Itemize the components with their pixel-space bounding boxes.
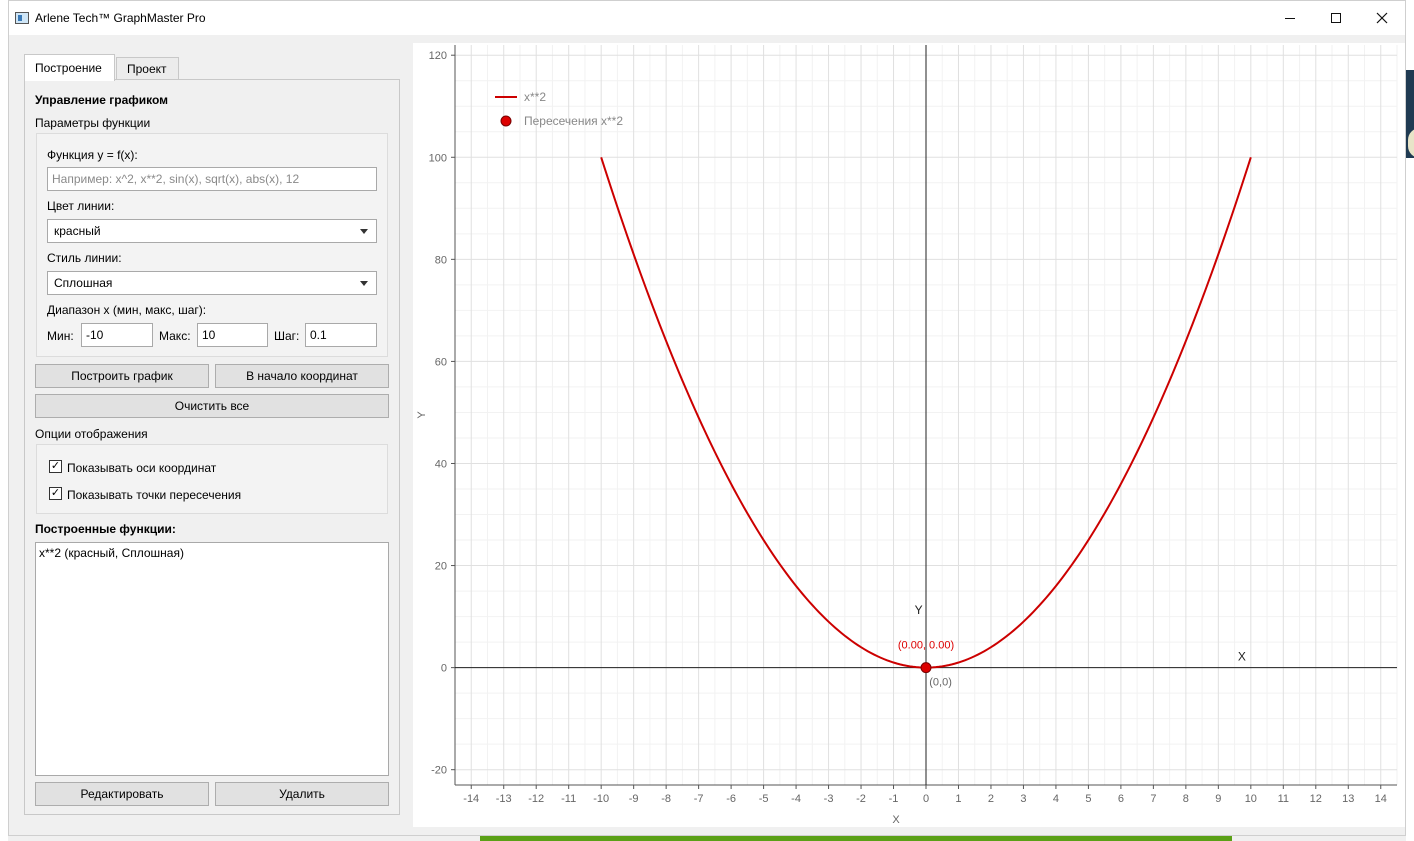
origin-button[interactable]: В начало координат bbox=[215, 364, 389, 388]
delete-button[interactable]: Удалить bbox=[215, 782, 389, 806]
x-tick-label: 12 bbox=[1310, 793, 1322, 805]
app-window: Arlene Tech™ GraphMaster Pro Построение … bbox=[8, 0, 1406, 836]
legend-entry-series: x**2 bbox=[524, 90, 546, 104]
intersection-point[interactable] bbox=[920, 662, 932, 674]
x-tick-label: 0 bbox=[923, 793, 929, 805]
edit-button[interactable]: Редактировать bbox=[35, 782, 209, 806]
x-tick-label: -4 bbox=[791, 793, 801, 805]
window-title: Arlene Tech™ GraphMaster Pro bbox=[35, 11, 206, 25]
y-tick-label: 60 bbox=[435, 356, 447, 368]
functions-list[interactable]: x**2 (красный, Сплошная) bbox=[35, 542, 389, 776]
y-axis-title: Y bbox=[416, 411, 428, 419]
graph-canvas[interactable]: -14 -13 -12 -11 -10 -9 -8 -7 -6 -5 -4 -3 -2 -1 0 1 2 3 4 5 6… bbox=[413, 43, 1405, 827]
x-tick-label: 9 bbox=[1215, 793, 1221, 805]
y-tick-label: 40 bbox=[435, 458, 447, 470]
x-tick-label: -11 bbox=[561, 793, 576, 805]
x-tick-label: -12 bbox=[528, 793, 544, 805]
x-axis-label-onplot: X bbox=[1238, 650, 1246, 664]
x-tick-label: 6 bbox=[1118, 793, 1124, 805]
max-label: Макс: bbox=[159, 329, 191, 343]
desktop-right-edge bbox=[1406, 0, 1414, 841]
display-options-group: ✓ Показывать оси координат ✓ Показывать … bbox=[36, 444, 388, 514]
color-label: Цвет линии: bbox=[47, 199, 115, 213]
tab-build[interactable]: Построение bbox=[24, 54, 115, 81]
chevron-down-icon bbox=[360, 229, 368, 234]
range-label: Диапазон x (мин, макс, шаг): bbox=[47, 303, 207, 317]
y-tick-label: -20 bbox=[431, 765, 447, 777]
x-tick-label: 10 bbox=[1245, 793, 1257, 805]
y-axis-label-onplot: Y bbox=[915, 603, 923, 617]
min-label: Мин: bbox=[47, 329, 74, 343]
intersection-label: (0.00, 0.00) bbox=[898, 640, 954, 652]
x-tick-label: 3 bbox=[1020, 793, 1026, 805]
x-tick-label: 14 bbox=[1375, 793, 1387, 805]
show-axes-checkbox[interactable]: ✓ bbox=[49, 460, 62, 473]
x-tick-label: -7 bbox=[694, 793, 704, 805]
x-tick-label: -5 bbox=[759, 793, 769, 805]
control-panel: Управление графиком Параметры функции Фу… bbox=[24, 79, 400, 815]
step-label: Шаг: bbox=[274, 329, 300, 343]
legend-point-swatch bbox=[500, 115, 512, 127]
x-tick-label: -10 bbox=[593, 793, 609, 805]
app-icon bbox=[15, 12, 29, 24]
x-tick-label: 1 bbox=[955, 793, 961, 805]
x-tick-label: 4 bbox=[1053, 793, 1059, 805]
color-select[interactable]: красный bbox=[47, 219, 377, 243]
functions-heading: Построенные функции: bbox=[35, 522, 176, 536]
x-tick-label: 11 bbox=[1278, 793, 1289, 805]
show-axes-label: Показывать оси координат bbox=[67, 461, 217, 475]
show-intersections-checkbox[interactable]: ✓ bbox=[49, 487, 62, 500]
maximize-button[interactable] bbox=[1313, 1, 1359, 35]
x-tick-label: -2 bbox=[856, 793, 866, 805]
title-bar: Arlene Tech™ GraphMaster Pro bbox=[9, 1, 1405, 35]
step-input[interactable]: 0.1 bbox=[305, 323, 377, 347]
function-input[interactable]: Например: x^2, x**2, sin(x), sqrt(x), ab… bbox=[47, 167, 377, 191]
params-label: Параметры функции bbox=[35, 116, 151, 130]
min-input[interactable]: -10 bbox=[81, 323, 153, 347]
x-axis-title: X bbox=[892, 814, 900, 826]
y-tick-label: 120 bbox=[429, 50, 447, 62]
clear-button[interactable]: Очистить все bbox=[35, 394, 389, 418]
close-button[interactable] bbox=[1359, 1, 1405, 35]
x-tick-label: 5 bbox=[1085, 793, 1091, 805]
params-group: Функция y = f(x): Например: x^2, x**2, s… bbox=[36, 133, 388, 357]
x-tick-label: -1 bbox=[889, 793, 899, 805]
style-label: Стиль линии: bbox=[47, 251, 122, 265]
color-select-value: красный bbox=[54, 224, 101, 238]
x-tick-label: -13 bbox=[496, 793, 512, 805]
x-tick-label: 2 bbox=[988, 793, 994, 805]
maximize-icon bbox=[1331, 13, 1341, 23]
show-intersections-label: Показывать точки пересечения bbox=[67, 488, 242, 502]
x-tick-label: 8 bbox=[1183, 793, 1189, 805]
origin-label: (0,0) bbox=[929, 677, 952, 689]
x-tick-label: -3 bbox=[824, 793, 834, 805]
x-tick-label: -8 bbox=[661, 793, 671, 805]
plot-button[interactable]: Построить график bbox=[35, 364, 209, 388]
desktop-left-edge bbox=[0, 0, 8, 841]
minimize-button[interactable] bbox=[1267, 1, 1313, 35]
minimize-icon bbox=[1285, 17, 1295, 19]
x-tick-label: 13 bbox=[1342, 793, 1354, 805]
chevron-down-icon bbox=[360, 281, 368, 286]
display-options-label: Опции отображения bbox=[35, 427, 148, 441]
x-tick-label: 7 bbox=[1150, 793, 1156, 805]
style-select-value: Сплошная bbox=[54, 276, 113, 290]
function-label: Функция y = f(x): bbox=[47, 148, 138, 162]
list-item[interactable]: x**2 (красный, Сплошная) bbox=[39, 546, 184, 560]
y-tick-label: 80 bbox=[435, 254, 447, 266]
tab-project[interactable]: Проект bbox=[116, 57, 179, 80]
x-tick-label: -14 bbox=[463, 793, 479, 805]
max-input[interactable]: 10 bbox=[197, 323, 268, 347]
x-tick-label: -9 bbox=[629, 793, 639, 805]
style-select[interactable]: Сплошная bbox=[47, 271, 377, 295]
legend-entry-points: Пересечения x**2 bbox=[524, 114, 623, 128]
y-tick-label: 20 bbox=[435, 561, 447, 573]
y-tick-label: 0 bbox=[441, 663, 447, 675]
plot-area[interactable]: -14 -13 -12 -11 -10 -9 -8 -7 -6 -5 -4 -3 -2 -1 0 1 2 3 4 5 6… bbox=[413, 43, 1405, 827]
close-icon bbox=[1376, 12, 1388, 24]
panel-heading: Управление графиком bbox=[35, 93, 169, 107]
x-tick-label: -6 bbox=[726, 793, 736, 805]
y-tick-label: 100 bbox=[429, 152, 447, 164]
